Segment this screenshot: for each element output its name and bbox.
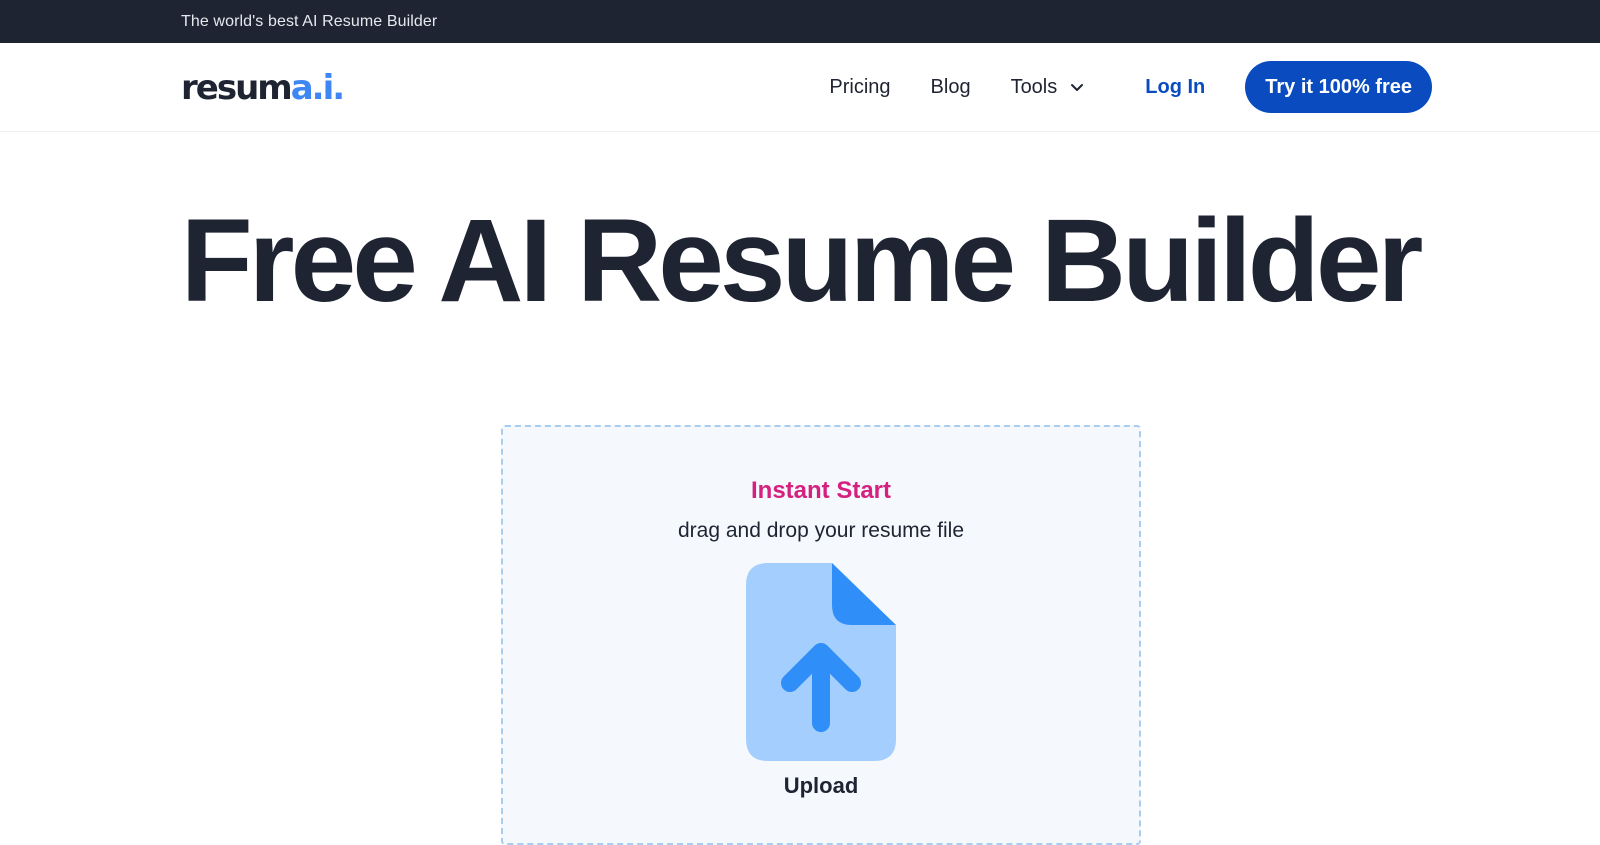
upload-label: Upload <box>783 773 859 798</box>
nav-link-label: Tools <box>1010 75 1058 98</box>
main-navigation: resum a.i. Pricing Blog Tools Log In Try … <box>0 43 1600 132</box>
nav-link-blog[interactable]: Blog <box>931 76 971 99</box>
chevron-down-icon <box>1069 79 1085 95</box>
nav-links: Pricing Blog Tools Log In Try it 100% fr… <box>829 61 1432 113</box>
nav-dropdown-tools[interactable]: Tools <box>1011 76 1086 99</box>
logo[interactable]: resum a.i. <box>181 68 345 108</box>
resume-dropzone[interactable]: Instant Start drag and drop your resume … <box>501 425 1141 845</box>
announcement-bar: The world's best AI Resume Builder <box>0 0 1600 43</box>
nav-link-label: Blog <box>930 75 971 98</box>
logo-main: resum <box>181 68 293 108</box>
login-link[interactable]: Log In <box>1145 76 1205 99</box>
dropzone-title: Instant Start <box>750 477 891 504</box>
logo-accent: a.i. <box>290 68 345 108</box>
dropzone-subtitle: drag and drop your resume file <box>678 519 964 542</box>
announcement-text: The world's best AI Resume Builder <box>181 12 438 30</box>
page-title: Free AI Resume Builder <box>180 195 1424 327</box>
hero-section: Free AI Resume Builder <box>0 202 1600 320</box>
file-upload-icon[interactable] <box>746 563 896 761</box>
nav-link-pricing[interactable]: Pricing <box>829 76 890 99</box>
try-free-button[interactable]: Try it 100% free <box>1245 61 1432 113</box>
nav-link-label: Pricing <box>829 75 891 98</box>
